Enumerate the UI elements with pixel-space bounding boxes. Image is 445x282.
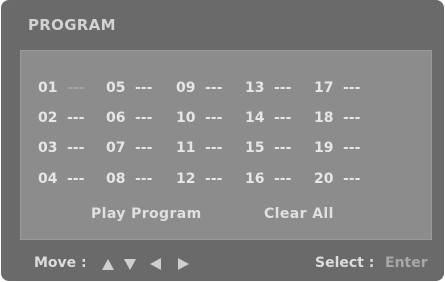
program-slot[interactable]: 08 --- bbox=[106, 171, 166, 189]
action-row: Play Program Clear All bbox=[1, 206, 445, 226]
slot-number: 12 bbox=[176, 171, 196, 187]
arrow-up-icon bbox=[102, 259, 114, 270]
slot-empty-marker: --- bbox=[67, 80, 85, 96]
program-slot[interactable]: 18 --- bbox=[314, 110, 374, 128]
program-slot[interactable]: 19 --- bbox=[314, 140, 374, 158]
program-slot[interactable]: 09 --- bbox=[176, 80, 236, 98]
slot-number: 16 bbox=[245, 171, 265, 187]
program-slot[interactable]: 07 --- bbox=[106, 140, 166, 158]
slot-number: 15 bbox=[245, 140, 265, 156]
program-slot[interactable]: 11 --- bbox=[176, 140, 236, 158]
select-label: Select : bbox=[315, 255, 375, 271]
slot-number: 05 bbox=[106, 80, 126, 96]
slot-number: 08 bbox=[106, 171, 126, 187]
program-slot[interactable]: 10 --- bbox=[176, 110, 236, 128]
slot-number: 13 bbox=[245, 80, 265, 96]
slot-number: 06 bbox=[106, 110, 126, 126]
slot-number: 18 bbox=[314, 110, 334, 126]
slot-number: 07 bbox=[106, 140, 126, 156]
program-slot[interactable]: 02 --- bbox=[38, 110, 98, 128]
slot-number: 17 bbox=[314, 80, 334, 96]
slot-empty-marker: --- bbox=[343, 80, 361, 96]
menu-title: PROGRAM bbox=[28, 16, 116, 34]
slot-empty-marker: --- bbox=[274, 140, 292, 156]
slot-empty-marker: --- bbox=[274, 110, 292, 126]
slot-empty-marker: --- bbox=[274, 171, 292, 187]
slot-empty-marker: --- bbox=[67, 140, 85, 156]
slot-number: 11 bbox=[176, 140, 196, 156]
footer-hints: Move : Select : Enter bbox=[1, 248, 445, 278]
slot-number: 19 bbox=[314, 140, 334, 156]
program-slot[interactable]: 01 --- bbox=[38, 80, 98, 98]
slot-number: 20 bbox=[314, 171, 334, 187]
program-slot[interactable]: 13 --- bbox=[245, 80, 305, 98]
program-slot[interactable]: 17 --- bbox=[314, 80, 374, 98]
slot-empty-marker: --- bbox=[135, 140, 153, 156]
slot-number: 04 bbox=[38, 171, 58, 187]
slot-empty-marker: --- bbox=[343, 110, 361, 126]
slot-number: 02 bbox=[38, 110, 58, 126]
slot-number: 09 bbox=[176, 80, 196, 96]
program-slot[interactable]: 12 --- bbox=[176, 171, 236, 189]
slot-empty-marker: --- bbox=[205, 140, 223, 156]
slot-empty-marker: --- bbox=[67, 171, 85, 187]
slot-empty-marker: --- bbox=[343, 140, 361, 156]
program-slot[interactable]: 06 --- bbox=[106, 110, 166, 128]
program-menu: PROGRAM 01 --- 05 --- 09 --- 13 --- 17 --- 02 --- 06… bbox=[1, 0, 444, 281]
move-label: Move : bbox=[34, 255, 87, 271]
slot-empty-marker: --- bbox=[274, 80, 292, 96]
clear-all-button[interactable]: Clear All bbox=[264, 206, 334, 222]
slot-empty-marker: --- bbox=[343, 171, 361, 187]
slot-empty-marker: --- bbox=[205, 110, 223, 126]
slot-empty-marker: --- bbox=[205, 80, 223, 96]
program-slot[interactable]: 15 --- bbox=[245, 140, 305, 158]
program-slot[interactable]: 03 --- bbox=[38, 140, 98, 158]
program-slot[interactable]: 20 --- bbox=[314, 171, 374, 189]
slot-number: 10 bbox=[176, 110, 196, 126]
program-slot[interactable]: 04 --- bbox=[38, 171, 98, 189]
program-slot[interactable]: 05 --- bbox=[106, 80, 166, 98]
slot-number: 14 bbox=[245, 110, 265, 126]
program-slot[interactable]: 16 --- bbox=[245, 171, 305, 189]
slot-empty-marker: --- bbox=[205, 171, 223, 187]
program-slot[interactable]: 14 --- bbox=[245, 110, 305, 128]
arrow-down-icon bbox=[124, 259, 136, 270]
slot-empty-marker: --- bbox=[135, 110, 153, 126]
arrow-right-icon bbox=[178, 258, 189, 270]
arrow-left-icon bbox=[150, 258, 161, 270]
slot-empty-marker: --- bbox=[135, 80, 153, 96]
slot-number: 03 bbox=[38, 140, 58, 156]
select-enter-value: Enter bbox=[385, 255, 428, 271]
slot-number: 01 bbox=[38, 80, 58, 96]
slot-empty-marker: --- bbox=[67, 110, 85, 126]
slot-empty-marker: --- bbox=[135, 171, 153, 187]
play-program-button[interactable]: Play Program bbox=[91, 206, 202, 222]
